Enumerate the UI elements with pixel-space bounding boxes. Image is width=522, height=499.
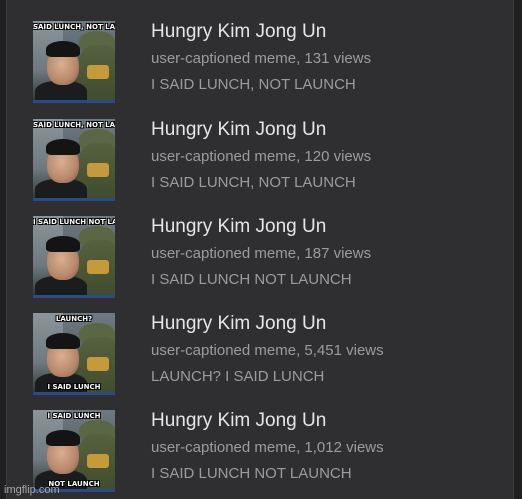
person-hair [46,236,80,252]
meme-results-panel: SAID LUNCH, NOT LAUNCH Hungry Kim Jong U… [6,0,514,499]
meme-result-item[interactable]: SAID LUNCH, NOT LAUNCH Hungry Kim Jong U… [31,119,501,201]
meme-caption: LAUNCH? I SAID LUNCH [151,368,325,385]
meme-title-link[interactable]: Hungry Kim Jong Un [151,216,326,238]
meme-caption: I SAID LUNCH, NOT LAUNCH [151,174,356,191]
thumbnail-top-caption: I SAID LUNCH NOT LAUNCH [33,218,115,226]
meme-thumbnail[interactable]: I SAID LUNCH NOT LAUNCH [33,410,115,492]
meme-caption: I SAID LUNCH NOT LAUNCH [151,465,352,482]
meme-thumbnail[interactable]: LAUNCH? I SAID LUNCH [33,313,115,395]
meme-title-link[interactable]: Hungry Kim Jong Un [151,119,326,141]
officer-epaulet [87,65,109,79]
thumbnail-strip [33,198,115,201]
meme-meta: user-captioned meme, 5,451 views [151,342,384,359]
meme-caption: I SAID LUNCH NOT LAUNCH [151,271,352,288]
meme-result-item[interactable]: SAID LUNCH, NOT LAUNCH Hungry Kim Jong U… [31,21,501,103]
meme-result-item[interactable]: I SAID LUNCH NOT LAUNCH Hungry Kim Jong … [31,410,501,492]
meme-meta: user-captioned meme, 1,012 views [151,439,384,456]
meme-meta: user-captioned meme, 120 views [151,148,372,165]
meme-meta: user-captioned meme, 187 views [151,245,372,262]
thumbnail-top-caption: SAID LUNCH, NOT LAUNCH [33,121,115,129]
thumbnail-top-caption: I SAID LUNCH [47,412,101,420]
thumbnail-strip [33,295,115,298]
person-hair [46,333,80,349]
officer-epaulet [87,260,109,274]
person-hair [46,139,80,155]
meme-thumbnail[interactable]: SAID LUNCH, NOT LAUNCH [33,21,115,103]
thumbnail-bottom-caption: I SAID LUNCH [47,383,101,391]
person-hair [46,430,80,446]
meme-result-item[interactable]: LAUNCH? I SAID LUNCH Hungry Kim Jong Un … [31,313,501,395]
meme-caption: I SAID LUNCH, NOT LAUNCH [151,76,356,93]
thumbnail-strip [33,100,115,103]
thumbnail-strip [33,392,115,395]
meme-result-item[interactable]: I SAID LUNCH NOT LAUNCH Hungry Kim Jong … [31,216,501,298]
officer-epaulet [87,357,109,371]
thumbnail-top-caption: LAUNCH? [55,315,93,323]
imgflip-watermark: imgflip.com [4,484,60,496]
meme-thumbnail[interactable]: I SAID LUNCH NOT LAUNCH [33,216,115,298]
meme-title-link[interactable]: Hungry Kim Jong Un [151,313,326,335]
officer-epaulet [87,454,109,468]
officer-epaulet [87,163,109,177]
meme-title-link[interactable]: Hungry Kim Jong Un [151,21,326,43]
thumbnail-top-caption: SAID LUNCH, NOT LAUNCH [33,23,115,31]
meme-thumbnail[interactable]: SAID LUNCH, NOT LAUNCH [33,119,115,201]
meme-title-link[interactable]: Hungry Kim Jong Un [151,410,326,432]
person-hair [46,41,80,57]
meme-meta: user-captioned meme, 131 views [151,50,372,67]
